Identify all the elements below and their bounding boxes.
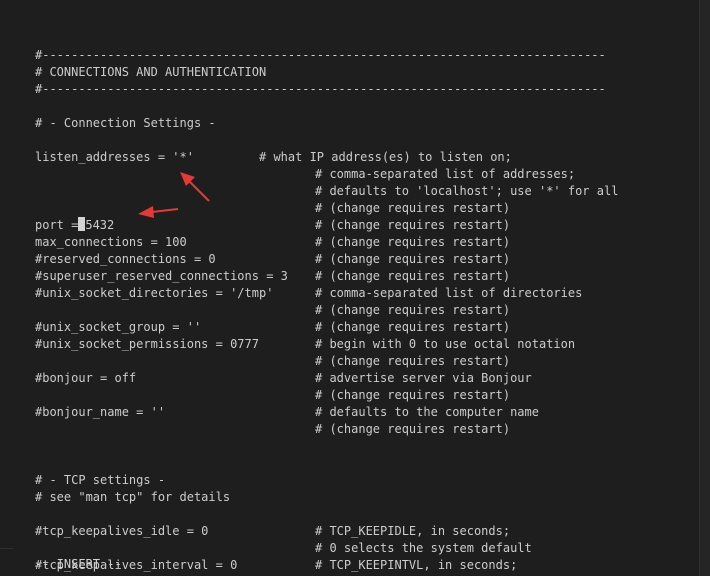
vim-editor[interactable]: #---------------------------------------… <box>14 0 700 576</box>
config-code: #reserved_connections = 0 <box>35 252 216 266</box>
editor-line: #unix_socket_permissions = 0777 # begin w… <box>35 336 618 353</box>
editor-line: listen_addresses = '*' # what IP address(… <box>35 149 618 166</box>
editor-line: #unix_socket_directories = '/tmp' # comma… <box>35 285 618 302</box>
config-code: #bonjour_name = '' <box>35 405 166 419</box>
terminal-window: #---------------------------------------… <box>0 0 710 576</box>
config-comment: # defaults to the computer name <box>315 405 539 419</box>
config-code: # CONNECTIONS AND AUTHENTICATION <box>35 65 267 79</box>
editor-lines: #---------------------------------------… <box>35 47 618 574</box>
config-code: # - TCP settings - <box>35 473 166 487</box>
editor-line: # (change requires restart) <box>35 387 618 404</box>
editor-line: #superuser_reserved_connections = 3 # (ch… <box>35 268 618 285</box>
editor-line <box>35 438 618 455</box>
config-code: # - Connection Settings - <box>35 116 216 130</box>
config-comment: # (change requires restart) <box>315 388 511 402</box>
editor-line: port = 5432 # (change requires restart) <box>35 217 618 234</box>
config-code: #unix_socket_directories = '/tmp' <box>35 286 274 300</box>
editor-line: # defaults to 'localhost'; use '*' for a… <box>35 183 618 200</box>
config-comment: # (change requires restart) <box>315 303 511 317</box>
config-code: #---------------------------------------… <box>35 82 606 96</box>
config-comment: # 0 selects the system default <box>315 541 532 555</box>
editor-line: # (change requires restart) <box>35 353 618 370</box>
config-comment: # (change requires restart) <box>315 235 511 249</box>
right-scrollbar[interactable] <box>699 0 710 576</box>
editor-line: #---------------------------------------… <box>35 81 618 98</box>
editor-line: #bonjour_name = '' # defaults to the comp… <box>35 404 618 421</box>
config-code-after-cursor: 5432 <box>85 218 115 232</box>
config-comment: # TCP_KEEPINTVL, in seconds; <box>315 558 518 572</box>
editor-line: #unix_socket_group = '' # (change require… <box>35 319 618 336</box>
config-code: #bonjour = off <box>35 371 137 385</box>
config-code: port = 5432 <box>35 217 315 234</box>
editor-line: # (change requires restart) <box>35 200 618 217</box>
config-code: #tcp_keepalives_idle = 0 <box>35 524 209 538</box>
editor-line: # (change requires restart) <box>35 302 618 319</box>
config-code-before-cursor: port = <box>35 218 79 232</box>
config-comment: # (change requires restart) <box>315 252 511 266</box>
editor-line: # comma-separated list of addresses; <box>35 166 618 183</box>
config-comment: # begin with 0 to use octal notation <box>315 337 576 351</box>
editor-line: # - Connection Settings - <box>35 115 618 132</box>
editor-line: # - TCP settings - <box>35 472 618 489</box>
config-code: listen_addresses = '*' <box>35 150 194 164</box>
editor-line <box>35 98 618 115</box>
editor-line: # see "man tcp" for details <box>35 489 618 506</box>
config-comment: # (change requires restart) <box>315 320 511 334</box>
left-gutter <box>0 0 14 576</box>
gutter-divider <box>0 548 14 549</box>
config-code: #superuser_reserved_connections = 3 <box>35 269 288 283</box>
config-comment: # (change requires restart) <box>315 201 511 215</box>
config-comment: # TCP_KEEPIDLE, in seconds; <box>315 524 511 538</box>
editor-line <box>35 132 618 149</box>
editor-line <box>35 455 618 472</box>
config-comment: # (change requires restart) <box>315 422 511 436</box>
editor-line: # 0 selects the system default <box>35 540 618 557</box>
editor-line: max_connections = 100 # (change requires … <box>35 234 618 251</box>
editor-line: #---------------------------------------… <box>35 47 618 64</box>
config-comment: # comma-separated list of addresses; <box>315 167 576 181</box>
editor-line: # CONNECTIONS AND AUTHENTICATION <box>35 64 618 81</box>
config-comment: # (change requires restart) <box>315 218 511 232</box>
editor-line: #reserved_connections = 0 # (change requi… <box>35 251 618 268</box>
config-code: max_connections = 100 <box>35 235 187 249</box>
editor-line: # (change requires restart) <box>35 421 618 438</box>
editor-line: #tcp_keepalives_idle = 0 # TCP_KEEPIDLE, … <box>35 523 618 540</box>
config-code: #unix_socket_permissions = 0777 <box>35 337 259 351</box>
config-code: # see "man tcp" for details <box>35 490 231 504</box>
editor-line: #tcp_keepalives_interval = 0 # TCP_KEEPIN… <box>35 557 618 574</box>
config-comment: # comma-separated list of directories <box>315 286 583 300</box>
config-code: #---------------------------------------… <box>35 48 606 62</box>
editor-line: #bonjour = off # advertise server via Bon… <box>35 370 618 387</box>
config-comment: # (change requires restart) <box>315 354 511 368</box>
config-comment: # advertise server via Bonjour <box>315 371 532 385</box>
editor-line <box>35 506 618 523</box>
config-code: #unix_socket_group = '' <box>35 320 202 334</box>
mode-indicator: -- INSERT -- <box>35 557 122 571</box>
config-comment: # defaults to 'localhost'; use '*' for a… <box>315 184 619 198</box>
config-comment: # (change requires restart) <box>315 269 511 283</box>
config-comment: # what IP address(es) to listen on; <box>259 150 512 164</box>
